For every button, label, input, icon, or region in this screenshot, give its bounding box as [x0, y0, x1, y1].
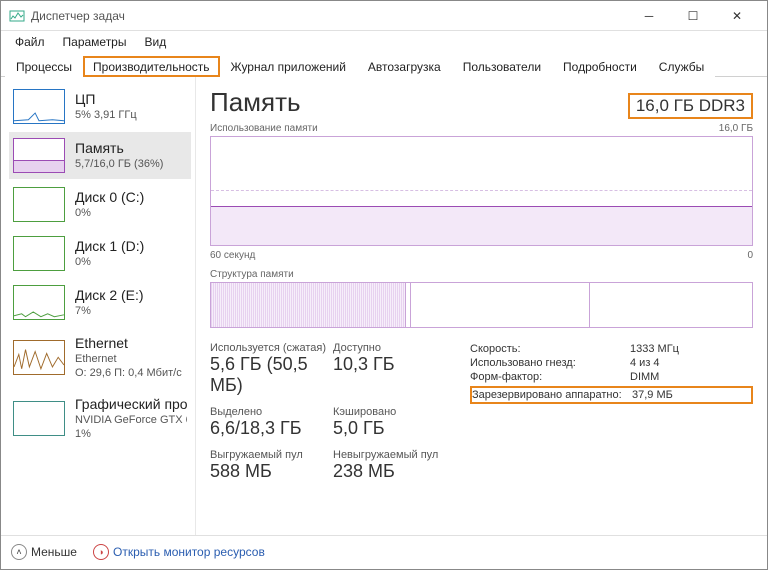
cached-value: 5,0 ГБ [333, 418, 450, 439]
fewer-details-label: Меньше [31, 545, 77, 559]
composition-chart-label: Структура памяти [210, 269, 753, 280]
memory-heading: Память [210, 87, 301, 118]
sidebar-item-gpu[interactable]: Графический проNVIDIA GeForce GTX 6601% [9, 389, 191, 448]
memory-sub: 5,7/16,0 ГБ (36%) [75, 157, 163, 171]
composition-free [590, 283, 752, 327]
chart-xright: 0 [747, 250, 753, 261]
gpu-sub1: NVIDIA GeForce GTX 660 [75, 413, 187, 427]
task-manager-icon [9, 8, 25, 24]
form-value: DIMM [630, 371, 659, 383]
nonpaged-value: 238 МБ [333, 461, 450, 482]
slots-value: 4 из 4 [630, 357, 660, 369]
committed-value: 6,6/18,3 ГБ [210, 418, 327, 439]
tab-processes[interactable]: Процессы [5, 55, 83, 77]
form-label: Форм-фактор: [470, 371, 630, 383]
ethernet-thumb-icon [13, 340, 65, 375]
reserved-value: 37,9 МБ [632, 389, 673, 401]
memory-thumb-icon [13, 138, 65, 173]
gpu-title: Графический про [75, 395, 187, 413]
speed-label: Скорость: [470, 343, 630, 355]
memory-stats: Используется (сжатая)5,6 ГБ (50,5 МБ) До… [210, 342, 450, 482]
tab-performance[interactable]: Производительность [83, 56, 219, 77]
cached-label: Кэшировано [333, 406, 450, 418]
gpu-thumb-icon [13, 401, 65, 436]
disk2-title: Диск 2 (E:) [75, 286, 144, 304]
sidebar-item-cpu[interactable]: ЦП5% 3,91 ГГц [9, 83, 191, 130]
disk1-sub: 0% [75, 255, 144, 269]
composition-in-use [211, 283, 406, 327]
fewer-details-button[interactable]: ˄ Меньше [11, 544, 77, 560]
paged-label: Выгружаемый пул [210, 449, 327, 461]
close-button[interactable]: ✕ [715, 2, 759, 30]
footer: ˄ Меньше ◑ Открыть монитор ресурсов [1, 535, 767, 567]
ethernet-title: Ethernet [75, 334, 182, 352]
disk2-sub: 7% [75, 304, 144, 318]
memory-usage-chart [210, 136, 753, 246]
available-value: 10,3 ГБ [333, 354, 450, 375]
window-title: Диспетчер задач [31, 9, 627, 23]
reserved-label: Зарезервировано аппаратно: [472, 389, 632, 401]
ethernet-sub2: О: 29,6 П: 0,4 Мбит/с [75, 366, 182, 380]
disk0-thumb-icon [13, 187, 65, 222]
usage-chart-label: Использование памяти [210, 123, 318, 134]
in-use-label: Используется (сжатая) [210, 342, 327, 354]
cpu-title: ЦП [75, 90, 137, 108]
cpu-sub: 5% 3,91 ГГц [75, 108, 137, 122]
composition-standby [411, 283, 590, 327]
menu-file[interactable]: Файл [7, 33, 53, 51]
available-label: Доступно [333, 342, 450, 354]
sidebar-item-disk1[interactable]: Диск 1 (D:)0% [9, 230, 191, 277]
sidebar-item-memory[interactable]: Память5,7/16,0 ГБ (36%) [9, 132, 191, 179]
open-resource-monitor-label: Открыть монитор ресурсов [113, 545, 265, 559]
open-resource-monitor-link[interactable]: ◑ Открыть монитор ресурсов [93, 544, 265, 560]
nonpaged-label: Невыгружаемый пул [333, 449, 450, 461]
resource-monitor-icon: ◑ [93, 544, 109, 560]
memory-spec: 16,0 ГБ DDR3 [628, 93, 753, 119]
tab-bar: Процессы Производительность Журнал прило… [1, 53, 767, 77]
menu-options[interactable]: Параметры [55, 33, 135, 51]
sidebar-item-ethernet[interactable]: EthernetEthernetО: 29,6 П: 0,4 Мбит/с [9, 328, 191, 387]
speed-value: 1333 МГц [630, 343, 679, 355]
gpu-sub2: 1% [75, 427, 187, 441]
tab-app-history[interactable]: Журнал приложений [220, 55, 357, 77]
disk1-thumb-icon [13, 236, 65, 271]
menu-view[interactable]: Вид [136, 33, 174, 51]
memory-panel: Память 16,0 ГБ DDR3 Использование памяти… [196, 77, 767, 535]
memory-composition-chart [210, 282, 753, 328]
memory-specs: Скорость:1333 МГц Использовано гнезд:4 и… [450, 342, 753, 482]
chart-xleft: 60 секунд [210, 250, 255, 261]
disk2-thumb-icon [13, 285, 65, 320]
sidebar-item-disk0[interactable]: Диск 0 (C:)0% [9, 181, 191, 228]
disk1-title: Диск 1 (D:) [75, 237, 144, 255]
disk0-sub: 0% [75, 206, 144, 220]
usage-chart-max: 16,0 ГБ [719, 123, 753, 134]
tab-users[interactable]: Пользователи [452, 55, 552, 77]
in-use-value: 5,6 ГБ (50,5 МБ) [210, 354, 327, 396]
titlebar: Диспетчер задач ─ ☐ ✕ [1, 1, 767, 31]
slots-label: Использовано гнезд: [470, 357, 630, 369]
tab-startup[interactable]: Автозагрузка [357, 55, 452, 77]
maximize-button[interactable]: ☐ [671, 2, 715, 30]
tab-details[interactable]: Подробности [552, 55, 648, 77]
ethernet-sub1: Ethernet [75, 352, 182, 366]
disk0-title: Диск 0 (C:) [75, 188, 144, 206]
cpu-thumb-icon [13, 89, 65, 124]
tab-services[interactable]: Службы [648, 55, 715, 77]
menu-bar: Файл Параметры Вид [1, 31, 767, 53]
sidebar-item-disk2[interactable]: Диск 2 (E:)7% [9, 279, 191, 326]
minimize-button[interactable]: ─ [627, 2, 671, 30]
committed-label: Выделено [210, 406, 327, 418]
memory-title: Память [75, 139, 163, 157]
performance-sidebar: ЦП5% 3,91 ГГц Память5,7/16,0 ГБ (36%) Ди… [1, 77, 196, 535]
paged-value: 588 МБ [210, 461, 327, 482]
chevron-up-icon: ˄ [11, 544, 27, 560]
